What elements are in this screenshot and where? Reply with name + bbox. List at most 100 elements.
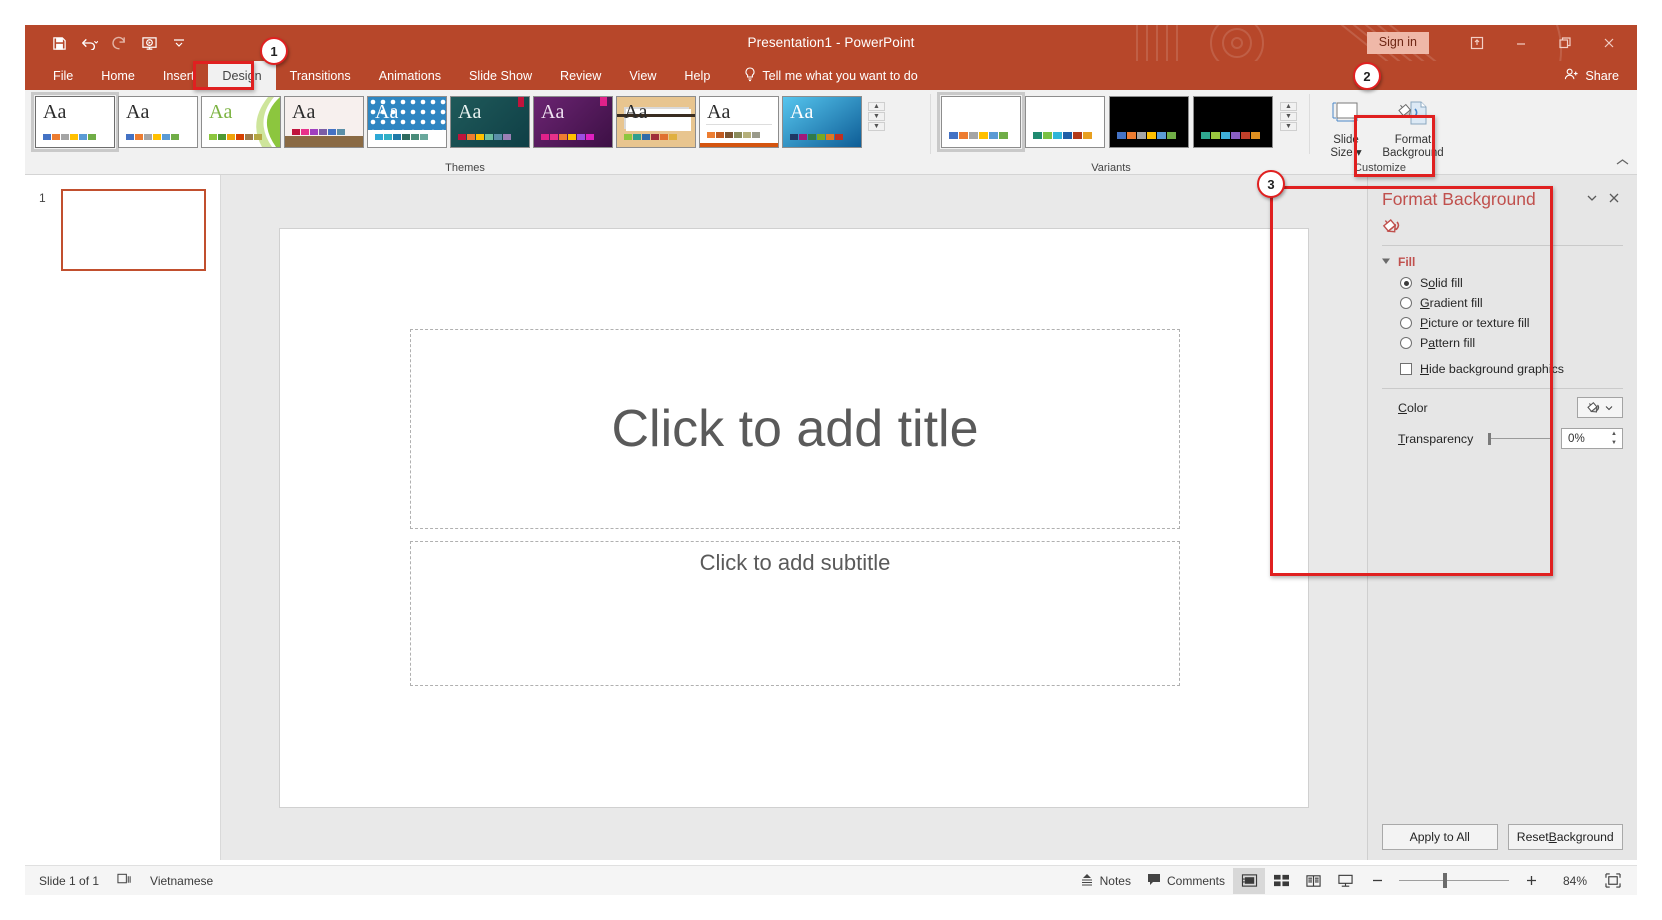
scroll-down-icon[interactable]: ▼: [1280, 112, 1297, 121]
radio-gradient-fill[interactable]: Gradient fill: [1368, 293, 1637, 313]
radio-pattern-fill[interactable]: Pattern fill: [1368, 333, 1637, 353]
variant-thumbnail-3[interactable]: [1109, 96, 1189, 148]
slide-size-label: Slide Size ▾: [1330, 134, 1362, 160]
slide-canvas[interactable]: Click to add title Click to add subtitle: [280, 228, 1308, 807]
spinner-up-icon[interactable]: ▲: [1607, 430, 1621, 439]
slide-thumbnail-1[interactable]: [61, 189, 206, 271]
paint-bucket-icon[interactable]: [1382, 219, 1404, 240]
notes-icon: [1080, 873, 1094, 889]
zoom-slider[interactable]: [1399, 868, 1509, 894]
reset-background-button[interactable]: Reset Background: [1507, 824, 1623, 850]
language-indicator[interactable]: Vietnamese: [150, 874, 213, 888]
variant-thumbnail-1[interactable]: [937, 92, 1025, 152]
tab-view[interactable]: View: [615, 61, 670, 90]
scroll-down-icon[interactable]: ▼: [868, 112, 885, 121]
slide-indicator[interactable]: Slide 1 of 1: [39, 874, 99, 888]
zoom-handle[interactable]: [1443, 872, 1447, 888]
theme-thumbnail-office[interactable]: Aa: [31, 92, 119, 152]
accessibility-checker-icon[interactable]: [117, 872, 132, 889]
checkbox-label: Hide background graphics: [1420, 362, 1564, 376]
theme-thumbnail-green-swoosh[interactable]: Aa: [201, 96, 281, 148]
zoom-out-icon[interactable]: [1361, 868, 1393, 894]
theme-thumbnail-banded[interactable]: Aa: [699, 96, 779, 148]
format-background-button[interactable]: Format Background: [1376, 96, 1450, 160]
tab-file[interactable]: File: [39, 61, 87, 90]
restore-icon[interactable]: [1543, 28, 1587, 58]
close-icon[interactable]: [1603, 191, 1625, 209]
slider-handle[interactable]: [1488, 432, 1492, 445]
paint-bucket-icon: [1587, 401, 1600, 413]
checkbox-hide-background-graphics[interactable]: Hide background graphics: [1368, 353, 1637, 379]
tab-help[interactable]: Help: [670, 61, 724, 90]
theme-aa-text: Aa: [707, 101, 731, 123]
tab-insert[interactable]: Insert: [149, 61, 209, 90]
notes-button[interactable]: Notes: [1072, 868, 1139, 894]
tab-review[interactable]: Review: [546, 61, 615, 90]
ribbon-tab-strip: File Home Insert Design Transitions Anim…: [25, 61, 1637, 90]
theme-thumbnail-purple[interactable]: Aa: [533, 96, 613, 148]
collapse-ribbon-icon[interactable]: [1616, 158, 1629, 170]
powerpoint-window: Presentation1 - PowerPoint Sign in File …: [25, 25, 1637, 895]
variant-thumbnail-2[interactable]: [1025, 96, 1105, 148]
radio-indicator: [1400, 277, 1412, 289]
format-background-pane: Format Background Fill Solid fill Gradie…: [1367, 175, 1637, 860]
share-button[interactable]: Share: [1564, 61, 1619, 90]
tab-design[interactable]: Design: [208, 61, 276, 90]
normal-view-icon[interactable]: [1233, 867, 1265, 894]
tell-me-search[interactable]: Tell me what you want to do: [734, 61, 927, 90]
variant-thumbnail-4[interactable]: [1193, 96, 1273, 148]
transparency-slider[interactable]: [1483, 432, 1553, 446]
notes-label: Notes: [1099, 873, 1131, 888]
subtitle-placeholder[interactable]: Click to add subtitle: [410, 540, 1180, 686]
minimize-icon[interactable]: [1499, 28, 1543, 58]
chevron-down-icon[interactable]: [1581, 191, 1603, 209]
tab-transitions[interactable]: Transitions: [276, 61, 365, 90]
slide-sorter-icon[interactable]: [1265, 868, 1297, 894]
radio-indicator: [1400, 337, 1412, 349]
scroll-up-icon[interactable]: ▲: [868, 102, 885, 111]
radio-label: Pattern fill: [1420, 336, 1476, 350]
theme-aa-text: Aa: [624, 101, 648, 123]
radio-picture-or-texture-fill[interactable]: Picture or texture fill: [1368, 313, 1637, 333]
theme-thumbnail-teal[interactable]: Aa: [450, 96, 530, 148]
theme-thumbnail-wood-type[interactable]: Aa: [616, 96, 696, 148]
zoom-in-icon[interactable]: [1515, 868, 1547, 894]
more-variants-icon[interactable]: ▼: [1280, 122, 1297, 131]
scroll-up-icon[interactable]: ▲: [1280, 102, 1297, 111]
theme-thumbnail-blue-pattern[interactable]: Aa: [367, 96, 447, 148]
sign-in-button[interactable]: Sign in: [1366, 32, 1429, 54]
transparency-spinner[interactable]: 0% ▲ ▼: [1561, 428, 1623, 449]
ribbon-display-options-icon[interactable]: [1455, 28, 1499, 58]
callout-badge-1: 1: [260, 37, 288, 65]
title-placeholder[interactable]: Click to add title: [410, 328, 1180, 529]
theme-thumbnail-blue-gradient[interactable]: Aa: [782, 96, 862, 148]
themes-gallery: Aa Aa Aa Aa Aa Aa Aa Aa Aa Aa ▲ ▼ ▼: [25, 90, 930, 152]
spinner-down-icon[interactable]: ▼: [1607, 439, 1621, 448]
slide-size-icon: [1329, 100, 1363, 131]
spinner-arrows: ▲ ▼: [1607, 430, 1621, 447]
apply-to-all-button[interactable]: Apply to All: [1382, 824, 1498, 850]
slide-size-button[interactable]: Slide Size ▾: [1318, 96, 1374, 160]
variant-swatches: [1201, 132, 1260, 139]
fit-slide-to-window-icon[interactable]: [1597, 868, 1629, 894]
transparency-field-row: Transparency 0% ▲ ▼: [1368, 418, 1637, 449]
customize-controls: Slide Size ▾ Format Background: [1310, 90, 1450, 160]
color-picker-button[interactable]: [1577, 397, 1623, 418]
theme-aa-text: Aa: [209, 101, 233, 123]
more-themes-icon[interactable]: ▼: [868, 122, 885, 131]
radio-solid-fill[interactable]: Solid fill: [1368, 273, 1637, 293]
slide-thumbnail-panel[interactable]: 1: [25, 175, 221, 860]
radio-indicator: [1400, 317, 1412, 329]
fill-section-label: Fill: [1398, 255, 1416, 269]
tab-slide-show[interactable]: Slide Show: [455, 61, 546, 90]
zoom-level[interactable]: 84%: [1547, 874, 1587, 888]
comments-button[interactable]: Comments: [1139, 868, 1233, 894]
tab-animations[interactable]: Animations: [365, 61, 455, 90]
fill-section-header[interactable]: Fill: [1368, 246, 1637, 273]
theme-thumbnail-wisp[interactable]: Aa: [284, 96, 364, 148]
slide-show-icon[interactable]: [1329, 868, 1361, 894]
reading-view-icon[interactable]: [1297, 868, 1329, 894]
theme-thumbnail-facet[interactable]: Aa: [118, 96, 198, 148]
tab-home[interactable]: Home: [87, 61, 149, 90]
close-icon[interactable]: [1587, 28, 1631, 58]
